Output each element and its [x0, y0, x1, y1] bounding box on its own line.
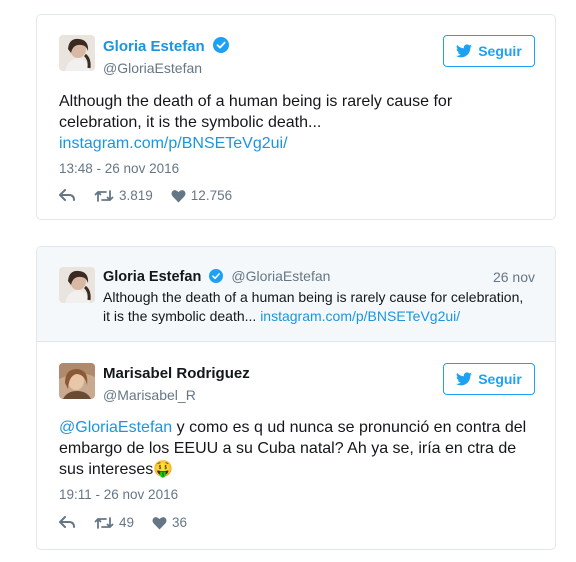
quoted-link[interactable]: instagram.com/p/BNSETeVg2ui/: [260, 308, 460, 324]
heart-icon: [152, 516, 167, 529]
heart-icon: [171, 189, 186, 202]
tweet-card: Gloria Estefan @GloriaEstefan Seguir Alt…: [36, 14, 556, 220]
tweet-text-line: Although the death of a human being is r…: [59, 93, 453, 110]
quoted-author-name-text[interactable]: Gloria Estefan: [103, 269, 201, 285]
reply-text-line: @GloriaEstefan y como es q ud nunca se p…: [59, 417, 549, 438]
retweet-count: 3.819: [119, 188, 153, 203]
twitter-bird-icon: [456, 44, 473, 58]
retweet-icon: [94, 516, 114, 529]
reply-button[interactable]: [59, 189, 76, 202]
retweet-button[interactable]: 49: [94, 515, 134, 530]
quoted-author-name[interactable]: Gloria Estefan @GloriaEstefan: [103, 268, 330, 287]
quoted-date[interactable]: 26 nov: [493, 269, 535, 285]
twitter-bird-icon: [456, 372, 473, 386]
reply-tweet-card: Gloria Estefan @GloriaEstefan 26 nov Alt…: [36, 246, 556, 550]
like-count: 36: [172, 515, 188, 530]
reply-text-line: embargo de los EEUU a su Cuba natal? Ah …: [59, 440, 517, 457]
reply-icon: [59, 516, 75, 528]
quoted-text-fragment: it is the symbolic death...: [103, 308, 257, 324]
reply-button[interactable]: [59, 516, 76, 529]
follow-button-label: Seguir: [478, 371, 522, 387]
reply-author-name[interactable]: Marisabel Rodriguez: [103, 365, 250, 382]
reply-text-fragment: y como es q ud nunca se pronunció en con…: [172, 419, 527, 436]
retweet-count: 49: [119, 515, 135, 530]
timestamp[interactable]: 13:48 - 26 nov 2016: [59, 161, 179, 176]
mention-link[interactable]: @GloriaEstefan: [59, 419, 172, 436]
reply-timestamp[interactable]: 19:11 - 26 nov 2016: [59, 487, 178, 502]
follow-button-label: Seguir: [478, 43, 522, 59]
reply-actions: 49 36: [59, 515, 205, 530]
retweet-button[interactable]: 3.819: [94, 188, 153, 203]
quoted-avatar[interactable]: [59, 267, 95, 303]
quoted-text: Although the death of a human being is r…: [103, 288, 543, 326]
reply-avatar[interactable]: [59, 363, 95, 399]
follow-button[interactable]: Seguir: [443, 35, 535, 67]
quoted-text-line: it is the symbolic death... instagram.co…: [103, 307, 543, 326]
tweet-actions: 3.819 12.756: [59, 188, 250, 203]
like-button[interactable]: 12.756: [171, 188, 232, 203]
author-name[interactable]: Gloria Estefan: [103, 37, 229, 57]
reply-follow-button[interactable]: Seguir: [443, 363, 535, 395]
tweet-text: Although the death of a human being is r…: [59, 91, 539, 154]
tweet-text-line: celebration, it is the symbolic death...: [59, 114, 322, 131]
quoted-text-line: Although the death of a human being is r…: [103, 289, 524, 305]
avatar[interactable]: [59, 35, 95, 71]
quoted-tweet[interactable]: Gloria Estefan @GloriaEstefan 26 nov Alt…: [37, 247, 555, 342]
reply-text-line: sus intereses🤑: [59, 459, 549, 480]
money-mouth-emoji-icon: 🤑: [153, 461, 174, 478]
verified-badge-icon: [212, 37, 229, 57]
author-handle[interactable]: @GloriaEstefan: [103, 60, 202, 76]
reply-icon: [59, 189, 75, 201]
reply-text-fragment: sus intereses: [59, 461, 154, 478]
retweet-icon: [94, 189, 114, 202]
reply-text: @GloriaEstefan y como es q ud nunca se p…: [59, 417, 549, 480]
reply-author-handle[interactable]: @Marisabel_R: [103, 387, 196, 403]
quoted-author-handle[interactable]: @GloriaEstefan: [231, 268, 330, 284]
like-button[interactable]: 36: [152, 515, 187, 530]
tweet-link[interactable]: instagram.com/p/BNSETeVg2ui/: [59, 133, 539, 154]
like-count: 12.756: [190, 188, 233, 203]
author-name-text[interactable]: Gloria Estefan: [103, 38, 205, 55]
verified-badge-icon: [209, 269, 224, 287]
